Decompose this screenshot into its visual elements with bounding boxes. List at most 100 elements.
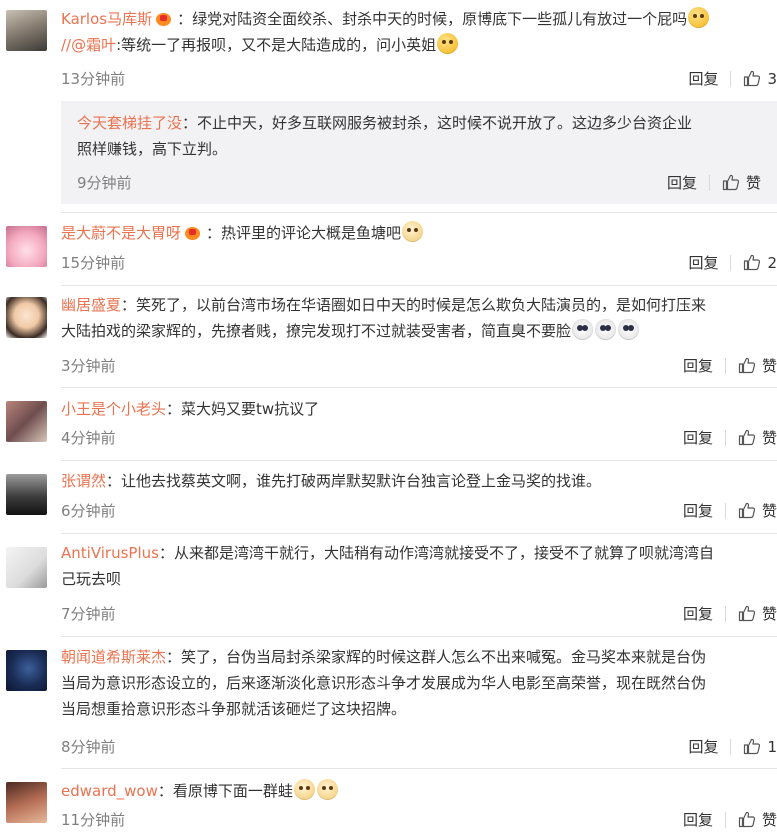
divider (61, 285, 777, 286)
comment-text: 笑死了，以前台湾市场在华语圈如日中天的时候是怎么欺负大陆演员的，是如何打压来 (136, 296, 707, 314)
thumbs-up-icon (738, 811, 756, 828)
smile-emoji-icon (688, 7, 710, 28)
reply-button[interactable]: 回复 (688, 738, 718, 756)
crying-emoji-icon (572, 319, 594, 340)
comment-time: 6分钟前 (61, 502, 116, 520)
divider (730, 739, 732, 755)
comment-time: 15分钟前 (61, 254, 126, 272)
comment-text: 菜大妈又要tw抗议了 (181, 400, 320, 418)
comment-text: 照样赚钱，高下立判。 (77, 140, 228, 158)
mention-text: :等统一了再报呗，又不是大陆造成的，问小英姐 (116, 36, 437, 54)
like-button[interactable]: 赞 (738, 811, 777, 829)
like-label: 赞 (761, 811, 777, 829)
like-button[interactable]: 3 (743, 70, 777, 88)
like-button[interactable]: 赞 (738, 502, 777, 520)
username[interactable]: 是大蔚不是大胃呀 (61, 224, 181, 242)
like-button[interactable]: 赞 (738, 429, 777, 447)
comment-text: 当局想重拾意识形态斗争那就活该砸烂了这块招牌。 (61, 700, 407, 718)
comment-text: 不止中天，好多互联网服务被封杀，这时候不说开放了。这边多少台资企业 (197, 114, 693, 132)
like-label: 赞 (745, 174, 761, 192)
divider (61, 212, 777, 213)
reply-button[interactable]: 回复 (683, 811, 713, 829)
divider (724, 358, 726, 374)
divider (724, 812, 726, 828)
thumbs-up-icon (744, 738, 761, 755)
comment-time: 8分钟前 (61, 738, 116, 756)
divider (61, 533, 777, 534)
thumbs-up-icon (722, 174, 740, 191)
vip-badge-icon (156, 11, 174, 26)
comment-text: 让他去找蔡英文啊，谁先打破两岸默契默许台独言论登上金马奖的找谁。 (121, 472, 602, 490)
username[interactable]: edward_wow (61, 782, 158, 800)
like-button[interactable]: 2 (743, 254, 777, 272)
crying-emoji-icon (618, 319, 640, 340)
comment-text: 当局为意识形态设立的，后来逐渐淡化意识形态斗争才发展成为华人电影至高荣誉，现在既… (61, 674, 707, 692)
divider (61, 768, 777, 769)
thumbs-up-icon (738, 605, 756, 622)
reply-button[interactable]: 回复 (683, 502, 713, 520)
divider (61, 460, 777, 461)
like-count: 1 (767, 738, 777, 756)
avatar[interactable] (6, 474, 47, 515)
comment-time: 4分钟前 (61, 429, 116, 447)
username[interactable]: 幽居盛夏 (61, 296, 121, 314)
avatar[interactable] (6, 782, 47, 823)
username[interactable]: 朝闻道希斯莱杰 (61, 648, 166, 666)
thumbs-up-icon (744, 254, 761, 271)
like-button[interactable]: 赞 (722, 174, 761, 192)
like-count: 2 (767, 254, 777, 272)
reply-button[interactable]: 回复 (683, 357, 713, 375)
comment-text: 热评里的评论大概是鱼塘吧 (221, 224, 402, 242)
username[interactable]: Karlos马库斯 (61, 10, 152, 28)
avatar[interactable] (6, 297, 47, 338)
reply-button[interactable]: 回复 (688, 254, 718, 272)
username[interactable]: 今天套梯挂了没 (77, 114, 182, 132)
thumbs-up-icon (738, 429, 756, 446)
divider (61, 387, 777, 388)
smile-emoji-icon (437, 33, 459, 54)
vip-badge-icon (185, 225, 203, 240)
like-button[interactable]: 1 (743, 738, 777, 756)
avatar[interactable] (6, 10, 47, 51)
reply-box: 今天套梯挂了没：不止中天，好多互联网服务被封杀，这时候不说开放了。这边多少台资企… (61, 101, 777, 204)
reply-button[interactable]: 回复 (683, 605, 713, 623)
comment-text: 大陆拍戏的梁家辉的，先撩者贱，撩完发现打不过就装受害者，简直臭不要脸 (61, 322, 572, 340)
divider (724, 430, 726, 446)
avatar[interactable] (6, 547, 47, 588)
thumbs-up-icon (744, 70, 761, 87)
like-button[interactable]: 赞 (738, 605, 777, 623)
comment-time: 13分钟前 (61, 70, 126, 88)
divider (730, 255, 732, 271)
like-label: 赞 (761, 605, 777, 623)
divider (724, 606, 726, 622)
comment-text: 己玩去呗 (61, 570, 122, 588)
cat-emoji-icon (293, 779, 315, 800)
comment-time: 3分钟前 (61, 357, 116, 375)
reply-button[interactable]: 回复 (688, 70, 718, 88)
like-button[interactable]: 赞 (738, 357, 777, 375)
mention-link[interactable]: //@霜叶 (61, 36, 116, 54)
username[interactable]: AntiVirusPlus (61, 544, 159, 562)
comment-text: 从来都是湾湾干就行，大陆稍有动作湾湾就接受不了，接受不了就算了呗就湾湾自 (173, 544, 714, 562)
comment-time: 9分钟前 (77, 174, 132, 192)
avatar[interactable] (6, 401, 47, 442)
username[interactable]: 张谓然 (61, 472, 106, 490)
crying-emoji-icon (595, 319, 617, 340)
like-label: 赞 (761, 429, 777, 447)
like-label: 赞 (761, 357, 777, 375)
username[interactable]: 小王是个小老头 (61, 400, 166, 418)
reply-button[interactable]: 回复 (683, 429, 713, 447)
divider (708, 175, 710, 191)
divider (730, 71, 732, 87)
comment-text: 绿党对陆资全面绞杀、封杀中天的时候，原博底下一些孤儿有放过一个屁吗 (192, 10, 688, 28)
reply-button[interactable]: 回复 (667, 174, 697, 192)
like-count: 3 (767, 70, 777, 88)
thumbs-up-icon (738, 357, 756, 374)
avatar[interactable] (6, 226, 47, 267)
avatar[interactable] (6, 650, 47, 691)
comment-time: 11分钟前 (61, 811, 126, 829)
divider (61, 636, 777, 637)
divider (724, 503, 726, 519)
cat-emoji-icon (402, 221, 424, 242)
comment-text: 看原博下面一群蛙 (172, 782, 293, 800)
